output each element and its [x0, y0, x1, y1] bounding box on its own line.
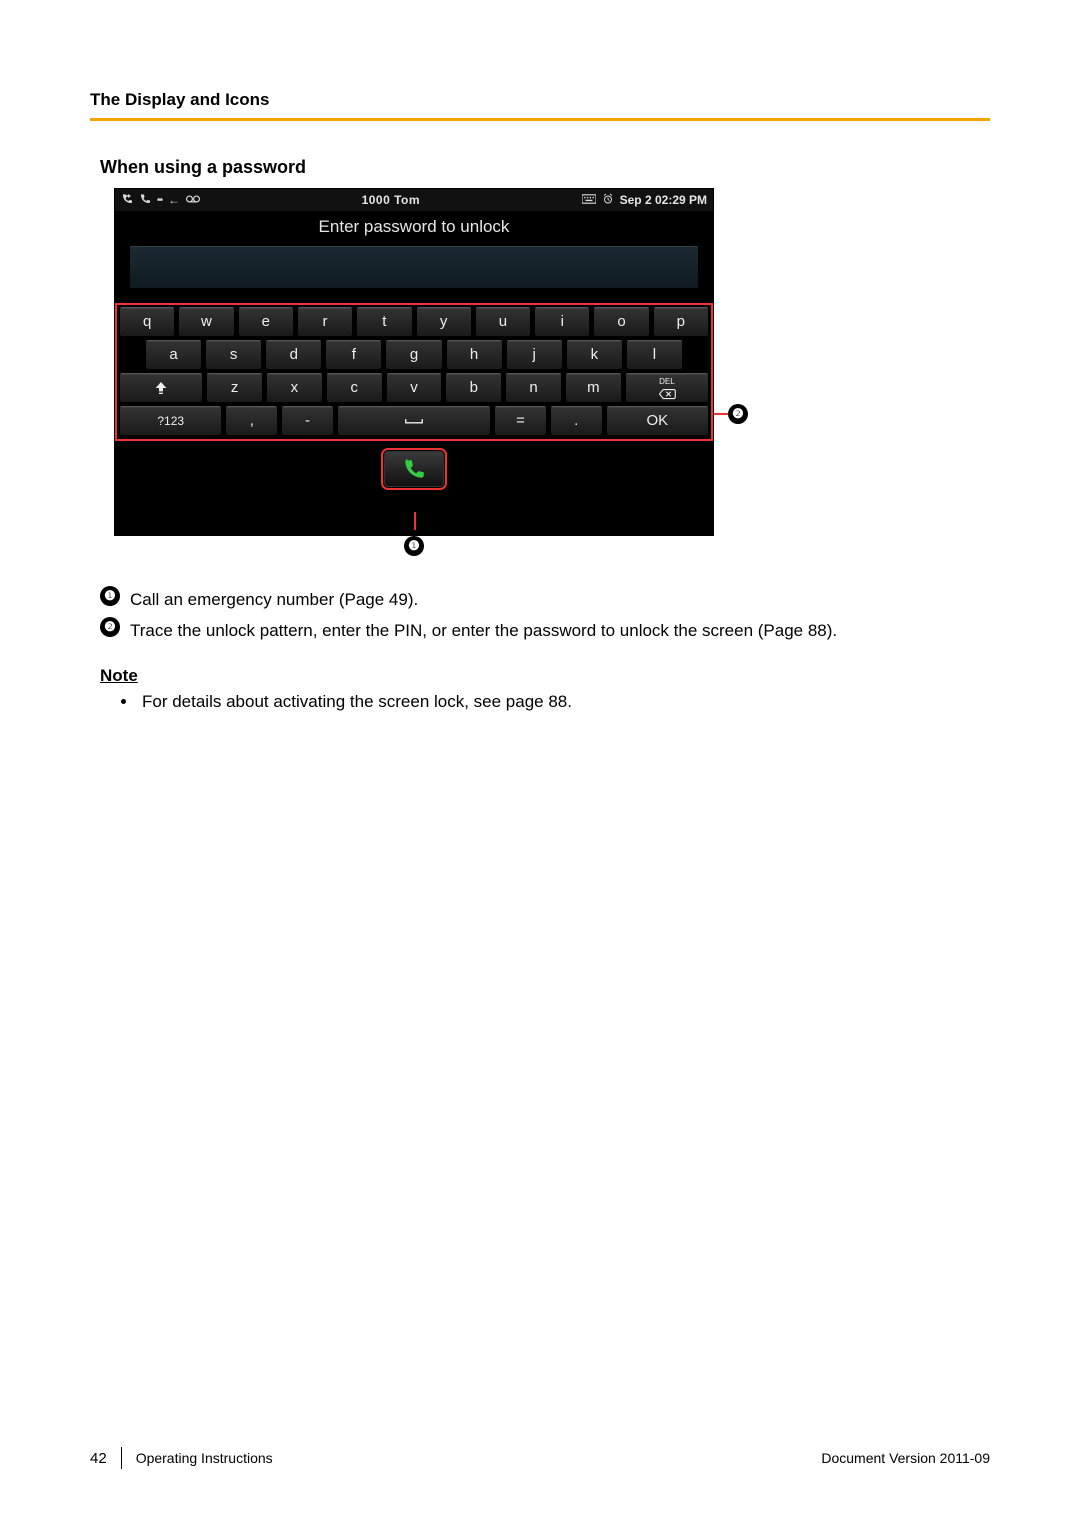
footer-divider — [121, 1447, 122, 1469]
key-g[interactable]: g — [385, 340, 442, 370]
key-comma[interactable]: , — [225, 406, 278, 436]
status-bar: •• ← 1000 Tom Sep 2 02:29 PM — [115, 189, 713, 211]
bottom-strip — [115, 441, 713, 493]
subheading-password: When using a password — [100, 157, 990, 178]
key-e[interactable]: e — [238, 307, 294, 337]
password-input[interactable] — [129, 245, 699, 289]
figure-password-screen: •• ← 1000 Tom Sep 2 02:29 PM — [114, 188, 754, 556]
key-k[interactable]: k — [566, 340, 623, 370]
voicemail-icon — [186, 193, 200, 207]
key-period[interactable]: . — [550, 406, 603, 436]
page-footer: 42 Operating Instructions Document Versi… — [90, 1447, 990, 1469]
key-r[interactable]: r — [297, 307, 353, 337]
callout-legend: ❶ Call an emergency number (Page 49). ❷ … — [100, 586, 990, 644]
key-equals[interactable]: = — [494, 406, 547, 436]
key-w[interactable]: w — [178, 307, 234, 337]
key-c[interactable]: c — [326, 373, 383, 403]
key-space[interactable] — [337, 406, 491, 436]
legend-text-2: Trace the unlock pattern, enter the PIN,… — [130, 617, 837, 644]
section-header: The Display and Icons — [90, 90, 990, 121]
alarm-icon — [602, 193, 614, 208]
key-delete[interactable]: DEL — [625, 373, 709, 403]
key-m[interactable]: m — [565, 373, 622, 403]
note-item: For details about activating the screen … — [138, 692, 990, 712]
key-t[interactable]: t — [356, 307, 412, 337]
key-d[interactable]: d — [265, 340, 322, 370]
note-list: For details about activating the screen … — [138, 692, 990, 712]
status-left-icons: •• ← — [121, 193, 200, 208]
legend-text-1: Call an emergency number (Page 49). — [130, 586, 418, 613]
keyboard-row-2: a s d f g h j k l — [119, 340, 709, 370]
phone-screen: •• ← 1000 Tom Sep 2 02:29 PM — [114, 188, 714, 536]
unlock-prompt: Enter password to unlock — [115, 211, 713, 245]
key-a[interactable]: a — [145, 340, 202, 370]
key-shift[interactable] — [119, 373, 203, 403]
key-delete-label: DEL — [626, 376, 708, 388]
legend-item-2: ❷ Trace the unlock pattern, enter the PI… — [100, 617, 990, 644]
key-p[interactable]: p — [653, 307, 709, 337]
key-x[interactable]: x — [266, 373, 323, 403]
key-ok[interactable]: OK — [606, 406, 709, 436]
key-y[interactable]: y — [416, 307, 472, 337]
key-h[interactable]: h — [446, 340, 503, 370]
emergency-call-button[interactable] — [384, 451, 444, 487]
footer-page-number: 42 — [90, 1450, 107, 1467]
key-z[interactable]: z — [206, 373, 263, 403]
footer-doc-version: Document Version 2011-09 — [821, 1450, 990, 1466]
key-dash[interactable]: - — [281, 406, 334, 436]
legend-badge-2: ❷ — [100, 617, 120, 637]
keyboard-icon — [582, 193, 596, 207]
callout-1-line — [414, 512, 416, 530]
key-j[interactable]: j — [506, 340, 563, 370]
legend-item-1: ❶ Call an emergency number (Page 49). — [100, 586, 990, 613]
keyboard-row-4: ?123 , - = . OK — [119, 406, 709, 436]
key-o[interactable]: o — [593, 307, 649, 337]
keyboard-row-3: z x c v b n m DEL — [119, 373, 709, 403]
key-q[interactable]: q — [119, 307, 175, 337]
phone-forward-icon — [121, 193, 133, 208]
handset-icon — [139, 193, 151, 208]
callout-2-line — [714, 413, 728, 415]
arrow-left-icon: ← — [168, 193, 180, 207]
status-datetime: Sep 2 02:29 PM — [620, 193, 707, 207]
legend-badge-1: ❶ — [100, 586, 120, 606]
callout-marker-2: ❷ — [728, 404, 748, 424]
status-ext-user: 1000 Tom — [200, 193, 582, 207]
key-i[interactable]: i — [534, 307, 590, 337]
callout-marker-1: ❶ — [404, 536, 424, 556]
key-n[interactable]: n — [505, 373, 562, 403]
onscreen-keyboard: q w e r t y u i o p a s d f g h — [115, 303, 713, 441]
key-s[interactable]: s — [205, 340, 262, 370]
key-symbols[interactable]: ?123 — [119, 406, 222, 436]
key-u[interactable]: u — [475, 307, 531, 337]
dots-icon: •• — [157, 195, 162, 206]
keyboard-row-1: q w e r t y u i o p — [119, 307, 709, 337]
key-f[interactable]: f — [325, 340, 382, 370]
key-b[interactable]: b — [445, 373, 502, 403]
key-l[interactable]: l — [626, 340, 683, 370]
status-right: Sep 2 02:29 PM — [582, 193, 707, 208]
footer-title: Operating Instructions — [136, 1450, 273, 1466]
key-v[interactable]: v — [386, 373, 443, 403]
note-heading: Note — [100, 666, 990, 686]
